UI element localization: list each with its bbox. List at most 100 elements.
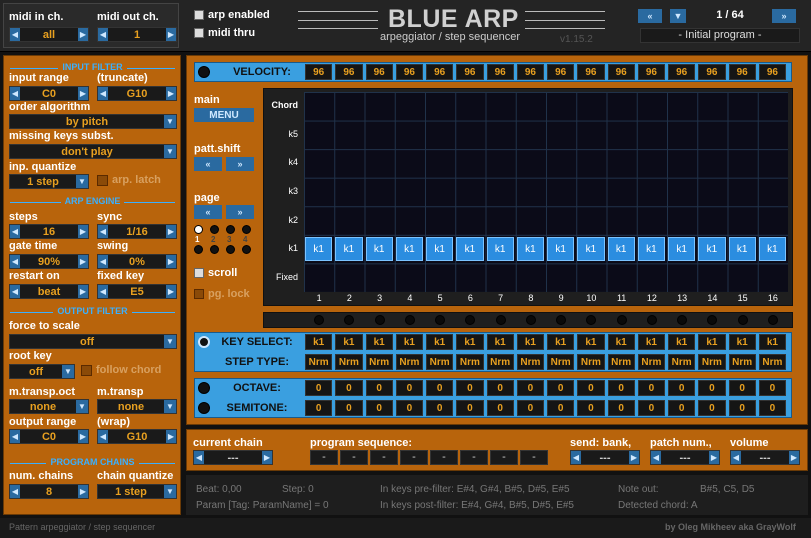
inp-quantize-select[interactable]: 1 step ▼ [9, 174, 89, 189]
octave-cell[interactable]: 0 [637, 380, 665, 396]
step-note[interactable]: k1 [305, 236, 333, 262]
step-note[interactable]: k1 [516, 236, 544, 262]
key-select-cell[interactable]: k1 [426, 334, 454, 350]
chain-quantize-select[interactable]: 1 step ▼ [97, 484, 177, 499]
force-scale-select[interactable]: off ▼ [9, 334, 177, 349]
octave-cell[interactable]: 0 [547, 380, 575, 396]
octave-cell[interactable]: 0 [365, 380, 393, 396]
volume-selector[interactable]: ◀ --- ▶ [730, 450, 800, 465]
arrow-left-icon[interactable]: ◀ [98, 225, 108, 238]
velocity-cell[interactable]: 96 [728, 64, 756, 80]
missing-keys-select[interactable]: don't play ▼ [9, 144, 177, 159]
arrow-right-icon[interactable]: ▶ [166, 225, 176, 238]
key-select-cell[interactable]: k1 [728, 334, 756, 350]
octave-cell[interactable]: 0 [305, 380, 333, 396]
midi-out-selector[interactable]: ◀ 1 ▶ [97, 27, 177, 42]
prev-program-button[interactable]: « [638, 9, 662, 23]
velocity-toggle[interactable] [198, 66, 210, 78]
midi-thru-checkbox[interactable] [194, 28, 204, 38]
velocity-cell[interactable]: 96 [637, 64, 665, 80]
step-note[interactable]: k1 [365, 236, 393, 262]
arp-enabled-checkbox[interactable] [194, 10, 204, 20]
semitone-cell[interactable]: 0 [395, 400, 423, 416]
step-note[interactable]: k1 [637, 236, 665, 262]
key-select-cell[interactable]: k1 [486, 334, 514, 350]
step-type-cell[interactable]: Nrm [456, 354, 484, 370]
arrow-left-icon[interactable]: ◀ [98, 255, 108, 268]
steps-selector[interactable]: ◀ 16 ▶ [9, 224, 89, 239]
step-type-cell[interactable]: Nrm [577, 354, 605, 370]
velocity-cell[interactable]: 96 [365, 64, 393, 80]
semitone-cell[interactable]: 0 [426, 400, 454, 416]
sequence-slot[interactable]: - [400, 450, 428, 465]
pg-lock-checkbox[interactable] [194, 289, 204, 299]
step-note[interactable]: k1 [426, 236, 454, 262]
order-algorithm-select[interactable]: by pitch ▼ [9, 114, 177, 129]
velocity-cell[interactable]: 96 [395, 64, 423, 80]
semitone-cell[interactable]: 0 [486, 400, 514, 416]
key-select-cell[interactable]: k1 [305, 334, 333, 350]
fixed-key-selector[interactable]: ◀ E5 ▶ [97, 284, 177, 299]
arrow-left-icon[interactable]: ◀ [194, 451, 204, 464]
step-note[interactable]: k1 [698, 236, 726, 262]
scroll-checkbox[interactable] [194, 268, 204, 278]
arrow-left-icon[interactable]: ◀ [571, 451, 581, 464]
arrow-left-icon[interactable]: ◀ [98, 430, 108, 443]
input-range-low[interactable]: ◀ C0 ▶ [9, 86, 89, 101]
chevron-down-icon[interactable]: ▼ [164, 400, 176, 413]
sequence-slot[interactable]: - [490, 450, 518, 465]
key-select-cell[interactable]: k1 [365, 334, 393, 350]
key-select-cell[interactable]: k1 [758, 334, 786, 350]
arrow-right-icon[interactable]: ▶ [709, 451, 719, 464]
step-type-cell[interactable]: Nrm [607, 354, 635, 370]
octave-cell[interactable]: 0 [516, 380, 544, 396]
page-dot[interactable] [242, 225, 251, 234]
arrow-right-icon[interactable]: ▶ [78, 225, 88, 238]
velocity-cell[interactable]: 96 [577, 64, 605, 80]
semitone-cell[interactable]: 0 [637, 400, 665, 416]
program-dropdown-button[interactable]: ▼ [670, 9, 686, 23]
velocity-cell[interactable]: 96 [668, 64, 696, 80]
velocity-cell[interactable]: 96 [547, 64, 575, 80]
arrow-left-icon[interactable]: ◀ [10, 255, 20, 268]
key-select-cell[interactable]: k1 [637, 334, 665, 350]
bank-selector[interactable]: ◀ --- ▶ [570, 450, 640, 465]
follow-chord-checkbox[interactable] [81, 365, 92, 376]
semitone-toggle[interactable] [198, 402, 210, 414]
page-right-button[interactable]: » [226, 205, 254, 219]
mtransp-oct-select[interactable]: none ▼ [9, 399, 89, 414]
step-note[interactable]: k1 [577, 236, 605, 262]
semitone-cell[interactable]: 0 [365, 400, 393, 416]
key-select-cell[interactable]: k1 [698, 334, 726, 350]
semitone-cell[interactable]: 0 [607, 400, 635, 416]
step-type-cell[interactable]: Nrm [365, 354, 393, 370]
step-type-cell[interactable]: Nrm [637, 354, 665, 370]
semitone-cell[interactable]: 0 [758, 400, 786, 416]
octave-cell[interactable]: 0 [698, 380, 726, 396]
velocity-cell[interactable]: 96 [758, 64, 786, 80]
arrow-right-icon[interactable]: ▶ [78, 28, 88, 41]
sync-selector[interactable]: ◀ 1/16 ▶ [97, 224, 177, 239]
patch-selector[interactable]: ◀ --- ▶ [650, 450, 720, 465]
octave-cell[interactable]: 0 [668, 380, 696, 396]
menu-button[interactable]: MENU [194, 108, 254, 122]
chevron-down-icon[interactable]: ▼ [76, 175, 88, 188]
sequence-slot[interactable]: - [460, 450, 488, 465]
step-note[interactable]: k1 [486, 236, 514, 262]
octave-cell[interactable]: 0 [607, 380, 635, 396]
sequence-slot[interactable]: - [340, 450, 368, 465]
octave-cell[interactable]: 0 [728, 380, 756, 396]
key-select-cell[interactable]: k1 [395, 334, 423, 350]
step-type-cell[interactable]: Nrm [486, 354, 514, 370]
key-select-cell[interactable]: k1 [668, 334, 696, 350]
velocity-cell[interactable]: 96 [426, 64, 454, 80]
velocity-cell[interactable]: 96 [456, 64, 484, 80]
patt-shift-left-button[interactable]: « [194, 157, 222, 171]
input-range-high[interactable]: ◀ G10 ▶ [97, 86, 177, 101]
current-chain-selector[interactable]: ◀ --- ▶ [193, 450, 273, 465]
arrow-left-icon[interactable]: ◀ [10, 225, 20, 238]
velocity-cell[interactable]: 96 [486, 64, 514, 80]
arrow-left-icon[interactable]: ◀ [98, 87, 108, 100]
octave-cell[interactable]: 0 [395, 380, 423, 396]
key-select-cell[interactable]: k1 [456, 334, 484, 350]
